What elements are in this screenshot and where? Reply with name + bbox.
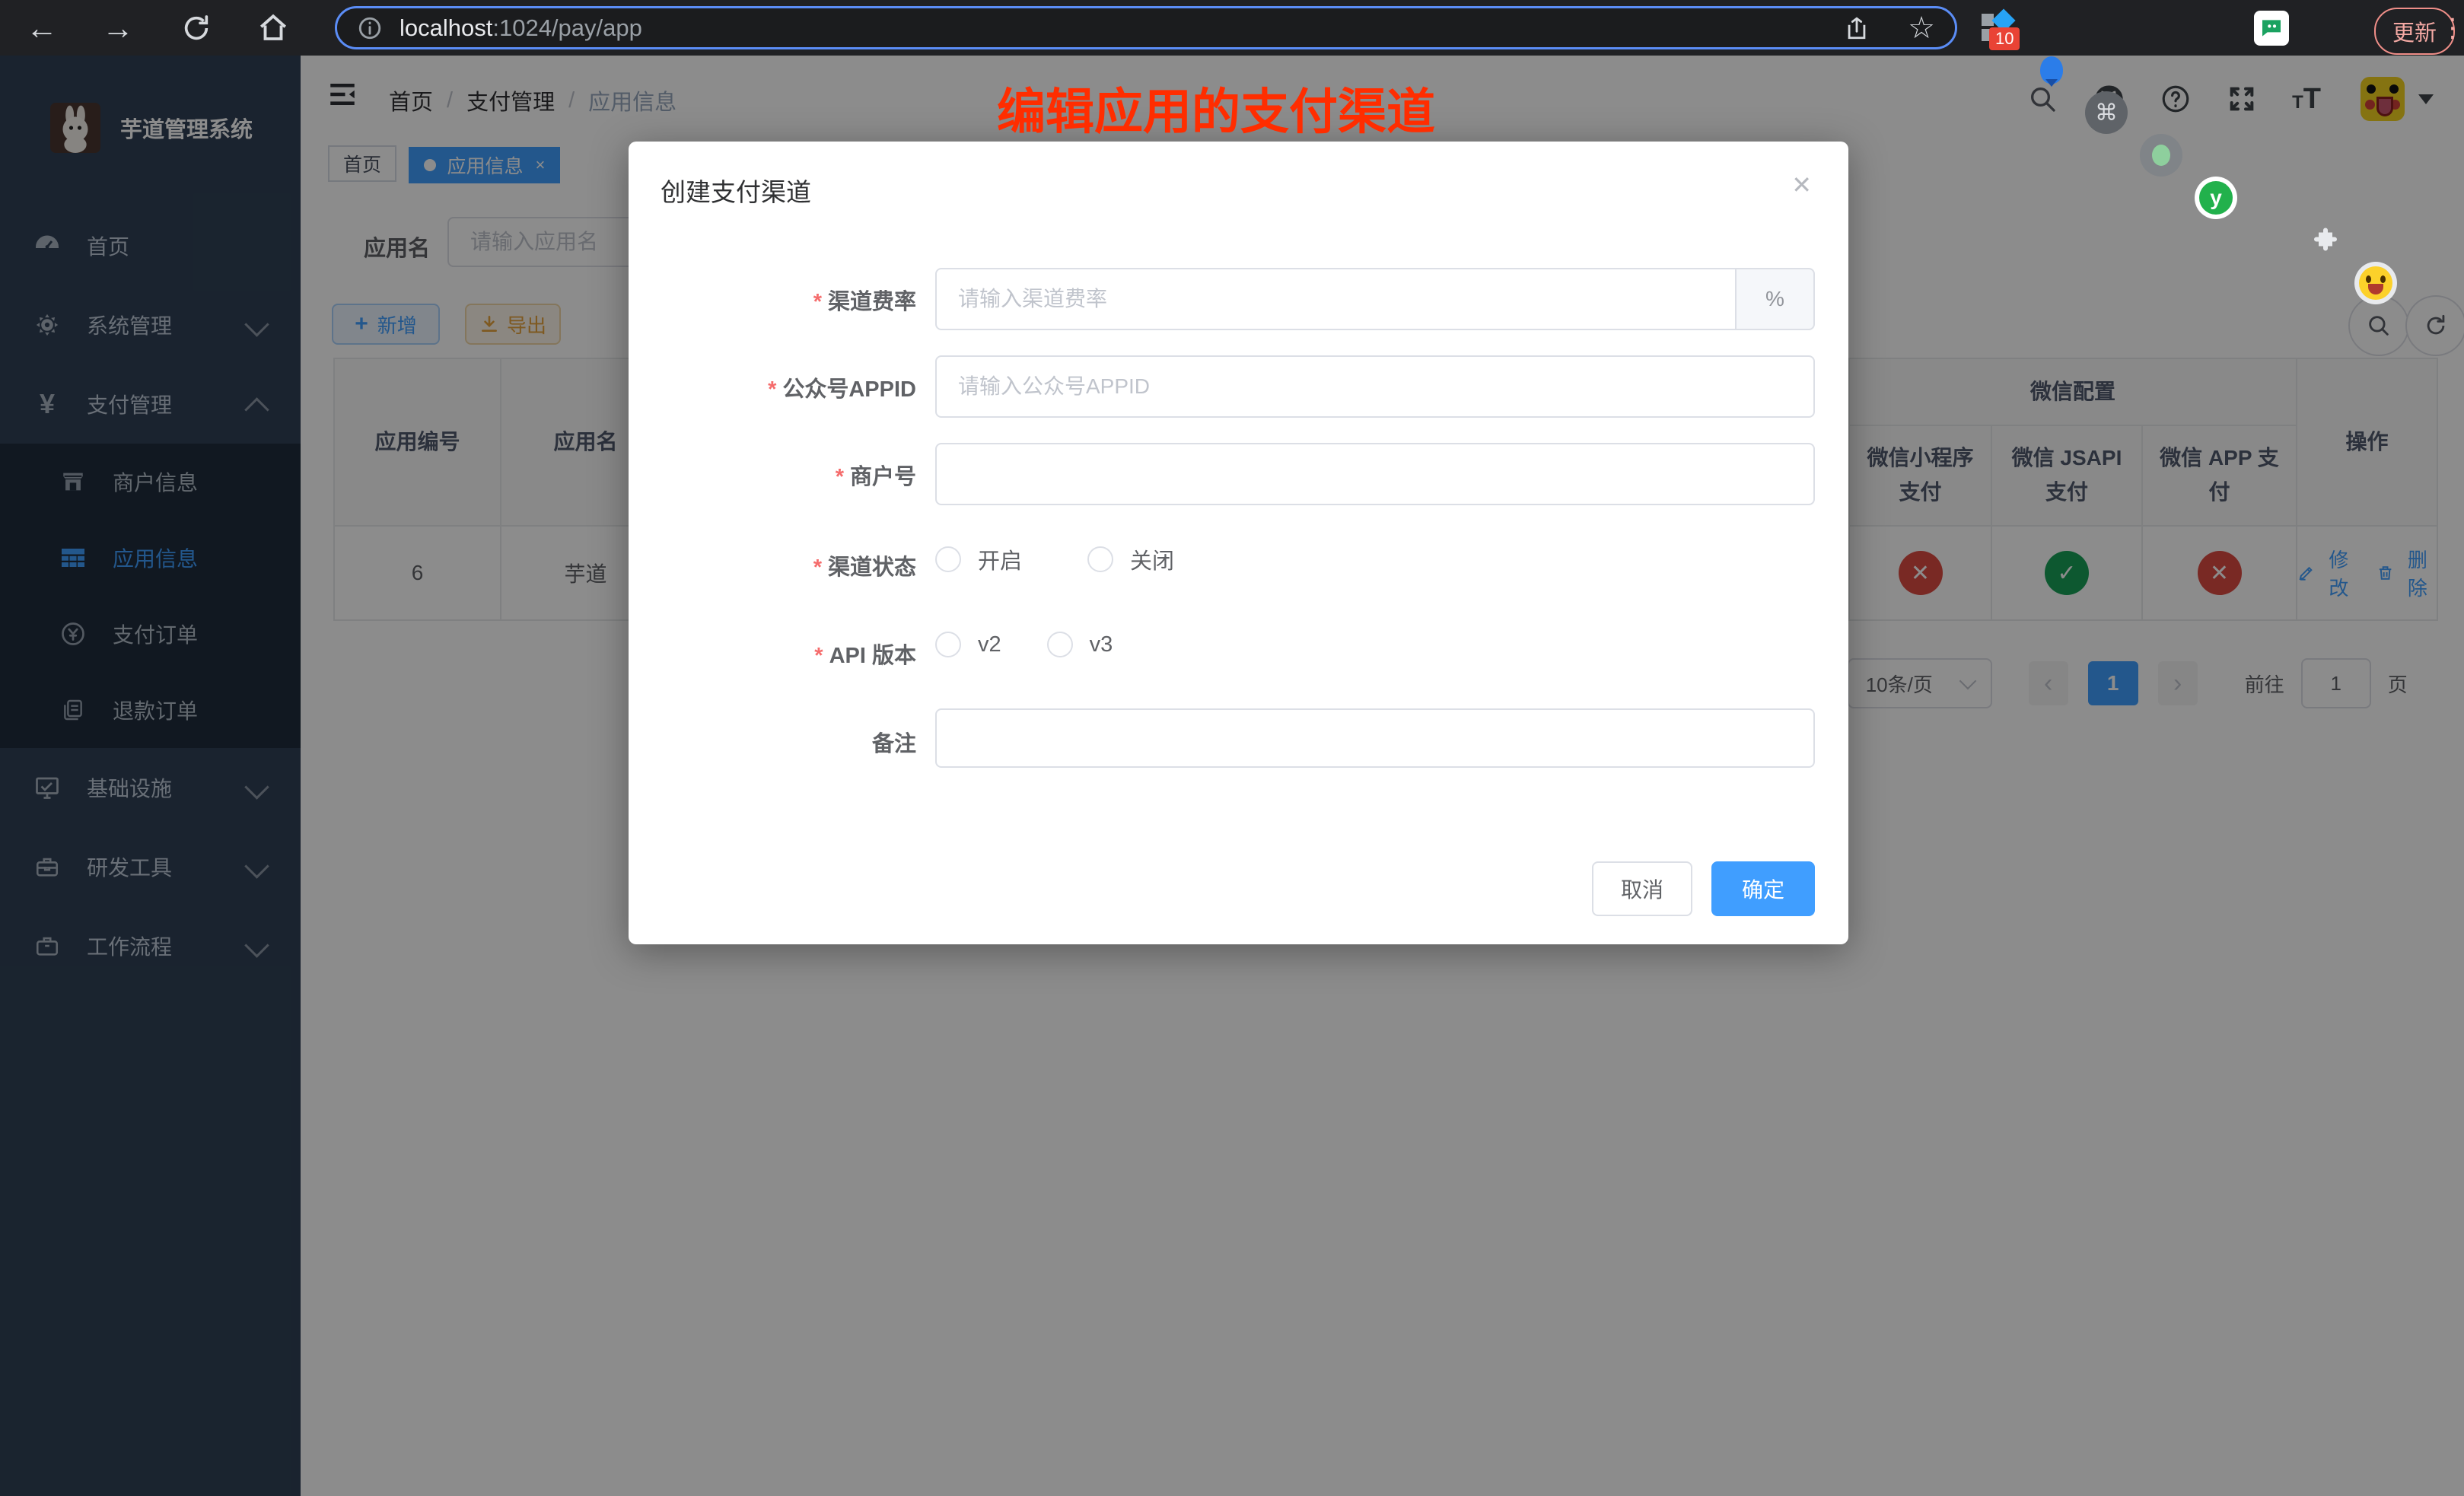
rate-input[interactable] [935, 268, 1737, 330]
extension-balloon-icon[interactable] [2030, 49, 2073, 91]
extension-chat-icon[interactable] [2254, 11, 2289, 46]
rate-field-label: *渠道费率 [566, 284, 916, 316]
radio-circle-icon [1087, 546, 1113, 572]
appid-field-label: *公众号APPID [566, 371, 916, 403]
annotation-text: 编辑应用的支付渠道 [997, 73, 1530, 143]
status-open-radio[interactable]: 开启 [935, 543, 1022, 575]
site-info-icon[interactable] [357, 15, 383, 41]
status-field-label: *渠道状态 [566, 549, 916, 581]
merchant-input[interactable] [935, 443, 1815, 505]
cancel-button[interactable]: 取消 [1592, 861, 1692, 916]
browser-home-icon[interactable] [257, 12, 289, 44]
api-v3-radio[interactable]: v3 [1047, 632, 1113, 657]
address-bar[interactable]: localhost:1024/pay/app ☆ [335, 6, 1957, 49]
status-radio-group: 开启 关闭 [935, 543, 1240, 575]
remark-input[interactable] [935, 708, 1815, 768]
dialog-title: 创建支付渠道 [661, 172, 811, 208]
share-icon[interactable] [1844, 15, 1870, 41]
extensions-puzzle-icon[interactable] [2304, 219, 2347, 262]
extension-y-icon[interactable]: y [2195, 177, 2237, 219]
radio-circle-icon [935, 546, 961, 572]
appid-input[interactable] [935, 355, 1815, 418]
browser-forward-icon[interactable]: → [91, 0, 145, 56]
extension-command-icon[interactable]: ⌘ [2085, 91, 2128, 134]
api-field-label: *API 版本 [566, 638, 916, 670]
status-closed-radio[interactable]: 关闭 [1087, 543, 1174, 575]
dialog-close-icon[interactable]: ✕ [1791, 170, 1812, 199]
url-path: :1024/pay/app [492, 14, 642, 42]
radio-circle-icon [1047, 632, 1073, 657]
rate-percent-append: % [1737, 268, 1815, 330]
url-host: localhost [400, 14, 492, 42]
remark-field-label: 备注 [566, 726, 916, 758]
extension-recorder-icon[interactable] [2140, 134, 2182, 177]
chrome-menu-icon[interactable]: ⋮ [2440, 11, 2464, 46]
extension-badge: 10 [1989, 27, 2020, 50]
merchant-field-label: *商户号 [566, 459, 916, 491]
extension-tag-manager-icon[interactable]: 10 [1975, 6, 2018, 49]
bookmark-star-icon[interactable]: ☆ [1908, 13, 1935, 43]
api-v2-radio[interactable]: v2 [935, 632, 1001, 657]
browser-toolbar: ← → localhost:1024/pay/app ☆ 10 ⌘ [0, 0, 2464, 56]
create-pay-channel-dialog: 创建支付渠道 ✕ *渠道费率 % *公众号APPID *商户号 *渠道状态 开启… [629, 142, 1848, 944]
profile-emoji-icon[interactable] [2354, 262, 2397, 304]
radio-circle-icon [935, 632, 961, 657]
rate-field: % [935, 268, 1815, 330]
browser-back-icon[interactable]: ← [15, 0, 68, 56]
browser-reload-icon[interactable] [181, 13, 212, 43]
api-radio-group: v2 v3 [935, 632, 1178, 657]
confirm-button[interactable]: 确定 [1711, 861, 1815, 916]
